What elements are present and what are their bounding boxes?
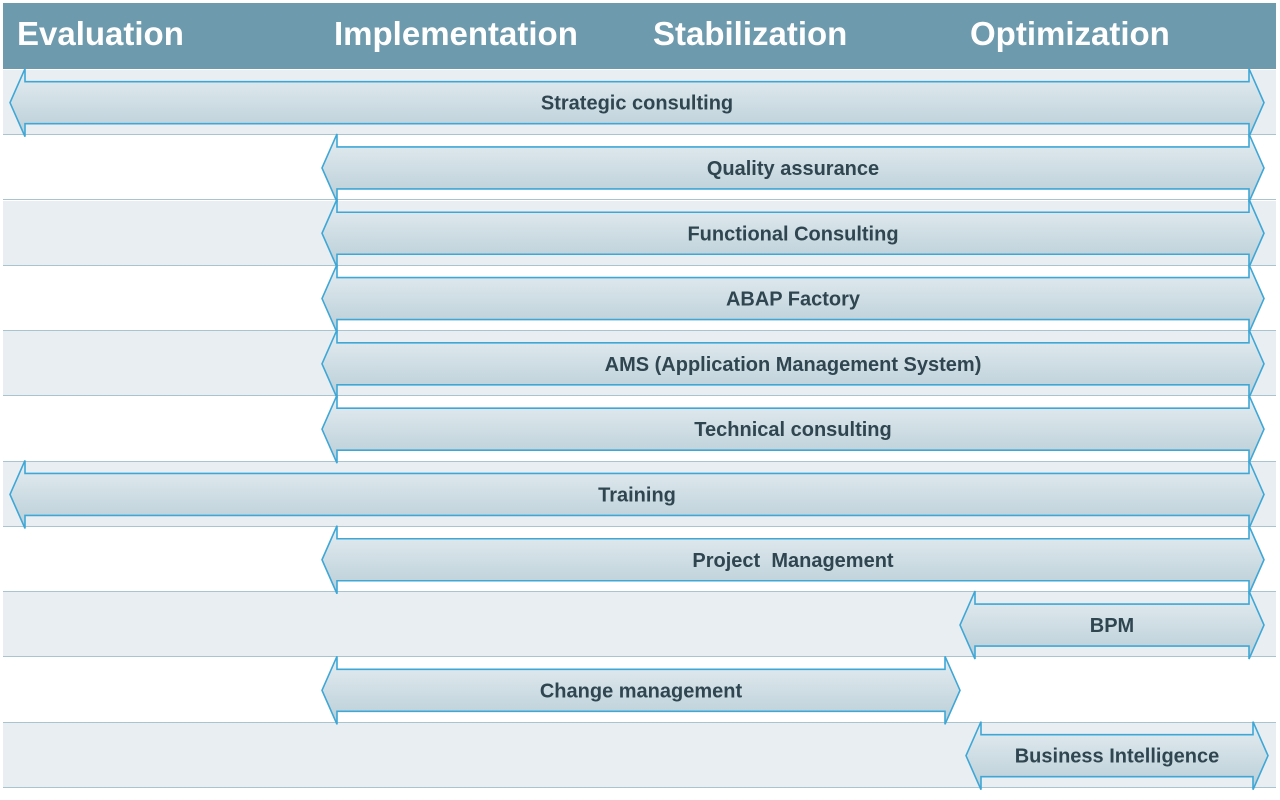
service-arrow: Training [9,460,1265,529]
service-arrow: Quality assurance [321,133,1265,203]
service-label: Functional Consulting [687,223,898,245]
service-label: AMS (Application Management System) [605,354,982,376]
service-label: BPM [1090,615,1134,637]
service-label: ABAP Factory [726,289,861,311]
service-label: Quality assurance [707,158,879,180]
service-label: Training [598,484,676,506]
service-label: Strategic consulting [541,93,733,115]
service-phase-diagram: Evaluation Implementation Stabilization … [0,0,1280,800]
service-arrow: Project Management [321,525,1265,595]
service-arrow: BPM [959,590,1265,660]
service-label: Business Intelligence [1015,746,1220,768]
service-arrow: Functional Consulting [321,198,1265,268]
service-arrows: Strategic consulting Quality assurance Fun… [9,68,1269,790]
service-arrow: ABAP Factory [321,264,1265,333]
service-arrow: Change management [321,656,961,725]
service-arrow: Technical consulting [321,394,1265,464]
service-arrow: Strategic consulting [9,68,1265,137]
service-arrow: AMS (Application Management System) [321,329,1265,399]
service-label: Change management [540,680,743,702]
service-label: Project Management [692,550,894,572]
service-label: Technical consulting [694,419,891,441]
service-arrow: Business Intelligence [965,721,1269,790]
